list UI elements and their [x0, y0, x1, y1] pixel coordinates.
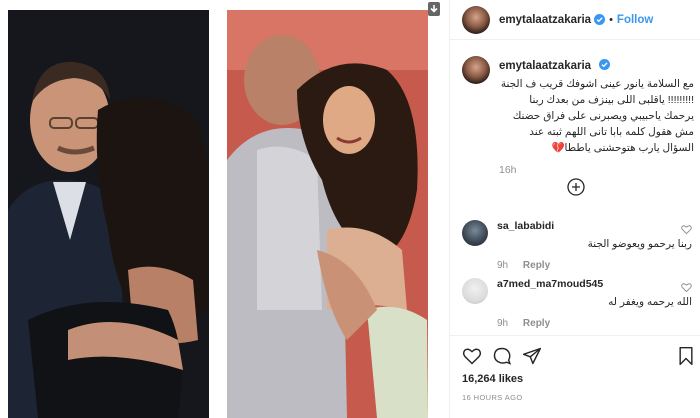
verified-badge-icon	[594, 14, 606, 25]
comment-username[interactable]: a7med_ma7moud545	[497, 278, 692, 290]
caption-text: مع السلامة يانور عينى اشوفك قريب ف الجنة…	[500, 78, 694, 154]
share-icon[interactable]	[522, 346, 542, 366]
comment-username[interactable]: sa_lababidi	[497, 220, 692, 232]
plus-circle-icon	[567, 178, 585, 196]
comment-meta: 9h Reply	[497, 318, 692, 329]
comment-item: a7med_ma7moud545 الله يرحمه ويغفر له 9h …	[462, 278, 694, 329]
post-photo-left	[8, 10, 209, 418]
caption-avatar[interactable]	[462, 56, 490, 84]
post-username[interactable]: emytalaatzakaria	[499, 14, 591, 26]
reply-button[interactable]: Reply	[523, 318, 550, 329]
post-timestamp[interactable]: 16 HOURS AGO	[462, 393, 523, 402]
comment-item: sa_lababidi ربنا يرحمو ويعوضو الجنة 9h R…	[462, 220, 694, 271]
heart-icon[interactable]	[462, 346, 482, 366]
photo-right-illustration	[227, 10, 428, 418]
post-sidebar: emytalaatzakaria • Follow emytalaatzakar…	[449, 0, 700, 418]
comment-body: sa_lababidi ربنا يرحمو ويعوضو الجنة 9h R…	[497, 220, 692, 271]
post-actions-bar	[450, 335, 700, 375]
heart-icon[interactable]	[681, 224, 692, 235]
comment-body: a7med_ma7moud545 الله يرحمه ويغفر له 9h …	[497, 278, 692, 329]
heart-icon[interactable]	[681, 282, 692, 293]
caption-username[interactable]: emytalaatzakaria	[499, 60, 591, 72]
post-caption: emytalaatzakaria مع السلامة يانور عينى ا…	[462, 56, 694, 176]
caption-timestamp: 16h	[499, 164, 517, 176]
post-header: emytalaatzakaria • Follow	[450, 0, 700, 40]
post-media	[0, 0, 449, 418]
comment-timestamp: 9h	[497, 260, 509, 271]
download-button[interactable]	[425, 0, 443, 18]
comment-text: ربنا يرحمو ويعوضو الجنة	[587, 238, 692, 250]
comment-avatar[interactable]	[462, 278, 488, 304]
post-photo-right	[227, 10, 428, 418]
bookmark-icon[interactable]	[676, 346, 696, 366]
comment-meta: 9h Reply	[497, 260, 692, 271]
verified-badge-icon	[598, 59, 610, 70]
comment-icon[interactable]	[492, 346, 512, 366]
header-separator: •	[609, 13, 613, 26]
follow-button[interactable]: Follow	[617, 14, 653, 26]
comment-text: الله يرحمه ويغفر له	[608, 296, 692, 308]
caption-body: emytalaatzakaria مع السلامة يانور عينى ا…	[499, 56, 694, 176]
avatar[interactable]	[462, 5, 490, 34]
like-count[interactable]: 16,264 likes	[462, 373, 523, 385]
load-more-comments-button[interactable]	[567, 178, 585, 196]
photo-left-illustration	[8, 10, 209, 418]
instagram-post-view: emytalaatzakaria • Follow emytalaatzakar…	[0, 0, 700, 418]
reply-button[interactable]: Reply	[523, 260, 550, 271]
download-icon	[428, 2, 440, 16]
comment-timestamp: 9h	[497, 318, 509, 329]
comment-avatar[interactable]	[462, 220, 488, 246]
